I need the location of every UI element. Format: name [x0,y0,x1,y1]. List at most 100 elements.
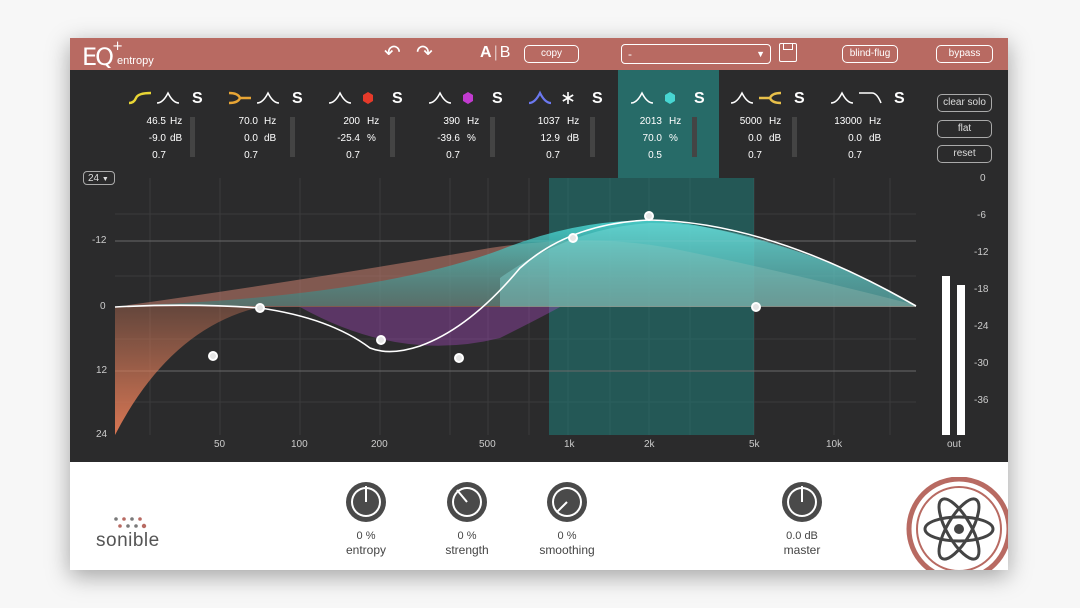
smoothing-knob[interactable] [545,480,589,524]
preset-dropdown[interactable]: - ▼ [621,44,771,64]
band-1[interactable]: S 46.5 Hz -9.0 dB 0.7 [120,70,220,178]
range-dropdown[interactable]: 24 ▼ [83,171,115,185]
band-node-2[interactable] [255,303,265,313]
bell-icon[interactable] [156,90,180,106]
band-freq[interactable]: 5000 [726,116,762,127]
band-gain[interactable]: 0.0 [222,133,258,144]
bell-icon[interactable] [630,90,654,106]
band-6[interactable]: S 2013 Hz 70.0 % 0.5 [622,70,722,178]
hexagon-purple-icon[interactable] [456,90,480,106]
gain-label: 24 [96,429,108,440]
clear-solo-button[interactable]: clear solo [937,94,992,112]
band-meter [692,117,697,157]
solo-button[interactable]: S [192,90,203,108]
undo-icon[interactable]: ↶ [384,41,401,65]
chevron-down-icon: ▼ [756,49,765,59]
band-node-1[interactable] [208,351,218,361]
band-freq[interactable]: 70.0 [222,116,258,127]
band-gain-unit: dB [264,133,277,144]
band-node-3[interactable] [376,335,386,345]
band-q[interactable]: 0.7 [222,150,258,161]
save-icon[interactable] [779,43,797,62]
snowflake-icon[interactable] [556,90,580,106]
band-q[interactable]: 0.7 [130,150,166,161]
strength-knob[interactable] [445,480,489,524]
smoothing-value: 0 % [557,530,577,542]
highcut-icon[interactable] [858,90,882,106]
freq-label: 200 [371,439,388,450]
band-4[interactable]: S 390 Hz -39.6 % 0.7 [420,70,520,178]
band-freq[interactable]: 46.5 [130,116,166,127]
solo-button[interactable]: S [894,90,905,108]
band-freq[interactable]: 13000 [826,116,862,127]
band-freq-unit: Hz [467,116,480,127]
band-q[interactable]: 0.7 [324,150,360,161]
solo-button[interactable]: S [694,90,705,108]
bell-icon[interactable] [428,90,452,106]
band-node-6[interactable] [644,211,654,221]
band-q[interactable]: 0.5 [626,150,662,161]
ab-b-label[interactable]: B [500,44,511,61]
blind-flug-button[interactable]: blind-flug [842,45,898,63]
master-value: 0.0 dB [786,530,818,542]
ab-switch[interactable]: A | B [480,44,510,62]
band-node-7[interactable] [751,302,761,312]
bypass-button[interactable]: bypass [936,45,993,63]
solo-button[interactable]: S [492,90,503,108]
band-gain[interactable]: -9.0 [130,133,166,144]
band-node-5[interactable] [568,233,578,243]
hexagon-red-icon[interactable] [356,90,380,106]
band-gain[interactable]: -39.6 [424,133,460,144]
band-q[interactable]: 0.7 [424,150,460,161]
master-knob[interactable] [780,480,824,524]
highshelf-yellow-icon[interactable] [128,90,152,106]
eq-graph[interactable]: 24 ▼ -12 0 12 24 50 100 200 500 1k 2k 5k… [70,171,1008,462]
copy-button[interactable]: copy [524,45,579,63]
band-3[interactable]: S 200 Hz -25.4 % 0.7 [320,70,420,178]
flat-button[interactable]: flat [937,120,992,138]
notch-orange-icon[interactable] [228,90,252,106]
solo-button[interactable]: S [392,90,403,108]
solo-button[interactable]: S [794,90,805,108]
band-node-4[interactable] [454,353,464,363]
band-freq[interactable]: 200 [324,116,360,127]
band-freq[interactable]: 1037 [524,116,560,127]
band-q[interactable]: 0.7 [524,150,560,161]
band-8[interactable]: S 13000 Hz 0.0 dB 0.7 [822,70,922,178]
band-gain[interactable]: 12.9 [524,133,560,144]
top-bar: EQ+ entropy ↶ ↷ A | B copy - ▼ blind-flug … [70,38,1008,70]
bell-icon[interactable] [328,90,352,106]
meter-scale-label: -6 [977,210,986,221]
band-gain[interactable]: 0.0 [826,133,862,144]
strength-label: strength [445,543,489,557]
band-meter [792,117,797,157]
band-7[interactable]: S 5000 Hz 0.0 dB 0.7 [722,70,822,178]
bell-icon[interactable] [730,90,754,106]
band-gain[interactable]: 70.0 [626,133,662,144]
band-5[interactable]: S 1037 Hz 12.9 dB 0.7 [520,70,620,178]
band-freq[interactable]: 2013 [626,116,662,127]
entropy-knob[interactable] [344,480,388,524]
solo-button[interactable]: S [592,90,603,108]
band-q[interactable]: 0.7 [726,150,762,161]
solo-button[interactable]: S [292,90,303,108]
eq-curve-canvas[interactable] [70,178,1008,462]
band-gain[interactable]: 0.0 [726,133,762,144]
band-gain[interactable]: -25.4 [324,133,360,144]
band-freq[interactable]: 390 [424,116,460,127]
output-meter-right [957,285,965,435]
band-2[interactable]: S 70.0 Hz 0.0 dB 0.7 [220,70,320,178]
band-q[interactable]: 0.7 [826,150,862,161]
reset-button[interactable]: reset [937,145,992,163]
band-gain-unit: dB [769,133,782,144]
band-meter [190,117,195,157]
band-meter [490,117,495,157]
bell-blue-icon[interactable] [528,90,552,106]
bell-icon[interactable] [256,90,280,106]
hexagon-teal-icon[interactable] [658,90,682,106]
redo-icon[interactable]: ↷ [416,41,433,65]
lowshelf-yellow-icon[interactable] [758,90,782,106]
band-freq-unit: Hz [869,116,882,127]
ab-a-label[interactable]: A [480,44,492,61]
bell-icon[interactable] [830,90,854,106]
